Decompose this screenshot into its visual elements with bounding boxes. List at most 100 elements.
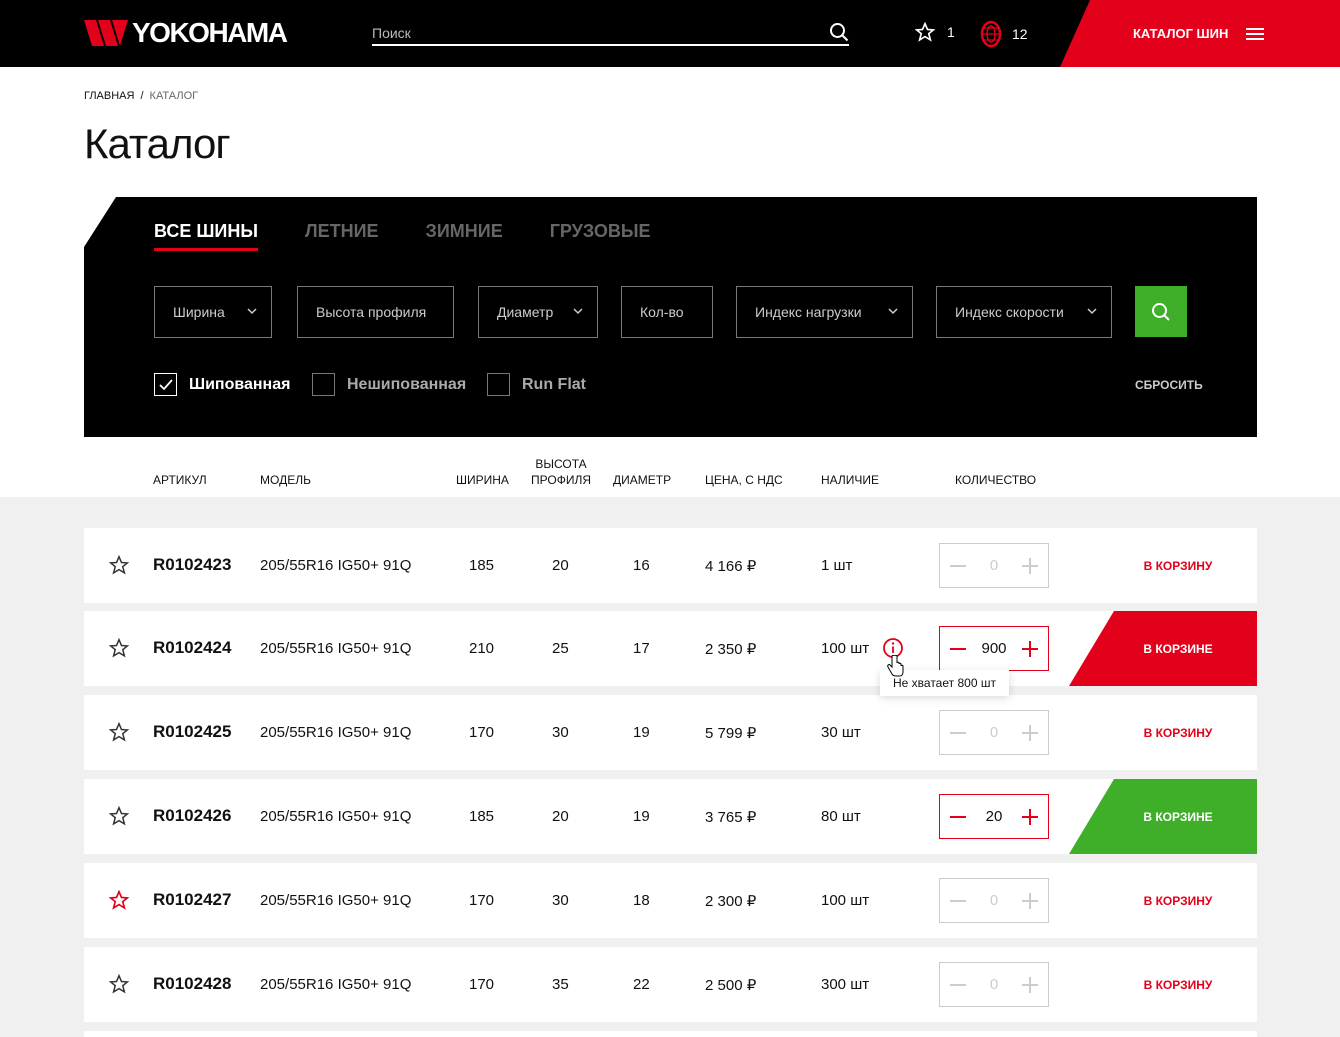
logo[interactable]: YOKOHAMA — [84, 17, 288, 48]
run-flat-label: Run Flat — [522, 375, 586, 393]
increment-button[interactable] — [1022, 724, 1038, 741]
tires-cart-link[interactable]: 12 — [980, 20, 1028, 48]
search-input[interactable] — [372, 22, 812, 44]
decrement-button[interactable] — [950, 893, 966, 909]
stock-value: 300 шт — [821, 976, 870, 993]
price-value: 2 300 ₽ — [705, 893, 757, 910]
breadcrumb-home[interactable]: ГЛАВНАЯ — [84, 90, 134, 102]
star-filled-icon[interactable] — [109, 890, 129, 910]
diameter-value: 19 — [633, 808, 650, 825]
increment-button[interactable] — [1022, 892, 1038, 909]
search-icon[interactable] — [829, 22, 849, 42]
logo-text: YOKOHAMA — [132, 17, 288, 48]
load-index-select[interactable]: Индекс нагрузки — [736, 286, 913, 338]
catalog-menu-button[interactable]: КАТАЛОГ ШИН — [1060, 0, 1340, 67]
column-header-quantity: КОЛИЧЕСТВО — [955, 473, 1037, 487]
quantity-stepper: 0 — [939, 543, 1049, 588]
non-studded-checkbox-row[interactable]: Нешипованная — [312, 373, 466, 396]
breadcrumb-current: КАТАЛОГ — [149, 90, 199, 102]
article-code: R0102425 — [153, 722, 232, 741]
decrement-button[interactable] — [950, 725, 966, 741]
run-flat-checkbox[interactable] — [487, 373, 510, 396]
stock-value: 100 шт — [821, 892, 870, 909]
studded-checkbox[interactable] — [154, 373, 177, 396]
filter-panel: ВСЕ ШИНЫ ЛЕТНИЕ ЗИМНИЕ ГРУЗОВЫЕ Ширина В… — [84, 197, 1257, 437]
price-value: 2 500 ₽ — [705, 977, 757, 994]
studded-checkbox-row[interactable]: Шипованная — [154, 373, 290, 396]
quantity-stepper: 0 — [939, 710, 1049, 755]
star-icon[interactable] — [109, 806, 129, 826]
profile-field[interactable]: Высота профиля — [297, 286, 454, 338]
quantity-stepper: 0 — [939, 962, 1049, 1007]
increment-button[interactable] — [1022, 976, 1038, 993]
add-to-cart-button[interactable]: В КОРЗИНУ — [1069, 863, 1257, 938]
non-studded-checkbox[interactable] — [312, 373, 335, 396]
tire-icon — [980, 20, 1002, 48]
speed-index-select[interactable]: Индекс скорости — [936, 286, 1112, 338]
star-icon[interactable] — [109, 555, 129, 575]
star-icon — [915, 22, 935, 42]
search-icon — [1152, 302, 1170, 321]
diameter-select[interactable]: Диаметр — [478, 286, 598, 338]
star-icon[interactable] — [109, 974, 129, 994]
tab-truck[interactable]: ГРУЗОВЫЕ — [550, 221, 651, 251]
quantity-stepper: 0 — [939, 878, 1049, 923]
table-row: R0102426 205/55R16 IG50+ 91Q 185 20 19 3… — [84, 779, 1257, 854]
quantity-value[interactable]: 0 — [990, 557, 998, 574]
table-row: R0102424 205/55R16 IG50+ 91Q 210 25 17 2… — [84, 611, 1257, 686]
article-code: R0102427 — [153, 890, 232, 909]
price-value: 2 350 ₽ — [705, 641, 757, 658]
width-value: 170 — [469, 892, 495, 909]
star-icon[interactable] — [109, 722, 129, 742]
quantity-value[interactable]: 0 — [990, 724, 998, 741]
run-flat-checkbox-row[interactable]: Run Flat — [487, 373, 586, 396]
diameter-select-label: Диаметр — [497, 304, 554, 320]
quantity-stepper: 900 — [939, 626, 1049, 671]
width-select-label: Ширина — [173, 304, 225, 320]
in-cart-button[interactable]: В КОРЗИНЕ — [1069, 779, 1257, 854]
favorites-link[interactable]: 1 — [915, 22, 955, 42]
decrement-button[interactable] — [950, 641, 966, 657]
logo-mark-icon — [84, 20, 128, 46]
quantity-field-label: Кол-во — [640, 304, 684, 320]
model-name: 205/55R16 IG50+ 91Q — [260, 808, 412, 825]
decrement-button[interactable] — [950, 558, 966, 574]
model-name: 205/55R16 IG50+ 91Q — [260, 724, 412, 741]
profile-value: 20 — [552, 557, 569, 574]
decrement-button[interactable] — [950, 809, 966, 825]
chevron-down-icon — [247, 308, 257, 315]
page-title: Каталог — [84, 120, 231, 167]
price-value: 3 765 ₽ — [705, 809, 757, 826]
breadcrumb: ГЛАВНАЯ / КАТАЛОГ — [84, 90, 198, 102]
add-to-cart-button[interactable]: В КОРЗИНУ — [1069, 528, 1257, 603]
table-row: R0102427 205/55R16 IG50+ 91Q 170 30 18 2… — [84, 863, 1257, 938]
profile-value: 30 — [552, 892, 569, 909]
decrement-button[interactable] — [950, 977, 966, 993]
in-cart-button[interactable]: В КОРЗИНЕ — [1069, 611, 1257, 686]
tab-summer[interactable]: ЛЕТНИЕ — [305, 221, 379, 251]
star-icon[interactable] — [109, 638, 129, 658]
increment-button[interactable] — [1022, 557, 1038, 574]
quantity-value[interactable]: 0 — [990, 976, 998, 993]
increment-button[interactable] — [1022, 640, 1038, 657]
tab-all-tires[interactable]: ВСЕ ШИНЫ — [154, 221, 258, 251]
increment-button[interactable] — [1022, 808, 1038, 825]
quantity-value[interactable]: 0 — [990, 892, 998, 909]
chevron-down-icon — [573, 308, 583, 315]
article-code: R0102426 — [153, 806, 232, 825]
quantity-value[interactable]: 20 — [986, 808, 1003, 825]
quantity-field[interactable]: Кол-во — [621, 286, 713, 338]
reset-filters-button[interactable]: СБРОСИТЬ — [1135, 378, 1203, 392]
column-header-profile-line1: ВЫСОТА — [535, 457, 587, 471]
add-to-cart-button[interactable]: В КОРЗИНУ — [1069, 695, 1257, 770]
stock-value: 1 шт — [821, 557, 853, 574]
filter-search-button[interactable] — [1135, 286, 1187, 337]
add-to-cart-button[interactable]: В КОРЗИНУ — [1069, 947, 1257, 1022]
column-header-diameter: ДИАМЕТР — [613, 473, 672, 487]
tab-winter[interactable]: ЗИМНИЕ — [426, 221, 503, 251]
search-bar — [372, 20, 849, 46]
studded-label: Шипованная — [189, 375, 291, 393]
width-select[interactable]: Ширина — [154, 286, 272, 338]
quantity-value[interactable]: 900 — [981, 640, 1006, 657]
column-header-model: МОДЕЛЬ — [260, 473, 311, 487]
